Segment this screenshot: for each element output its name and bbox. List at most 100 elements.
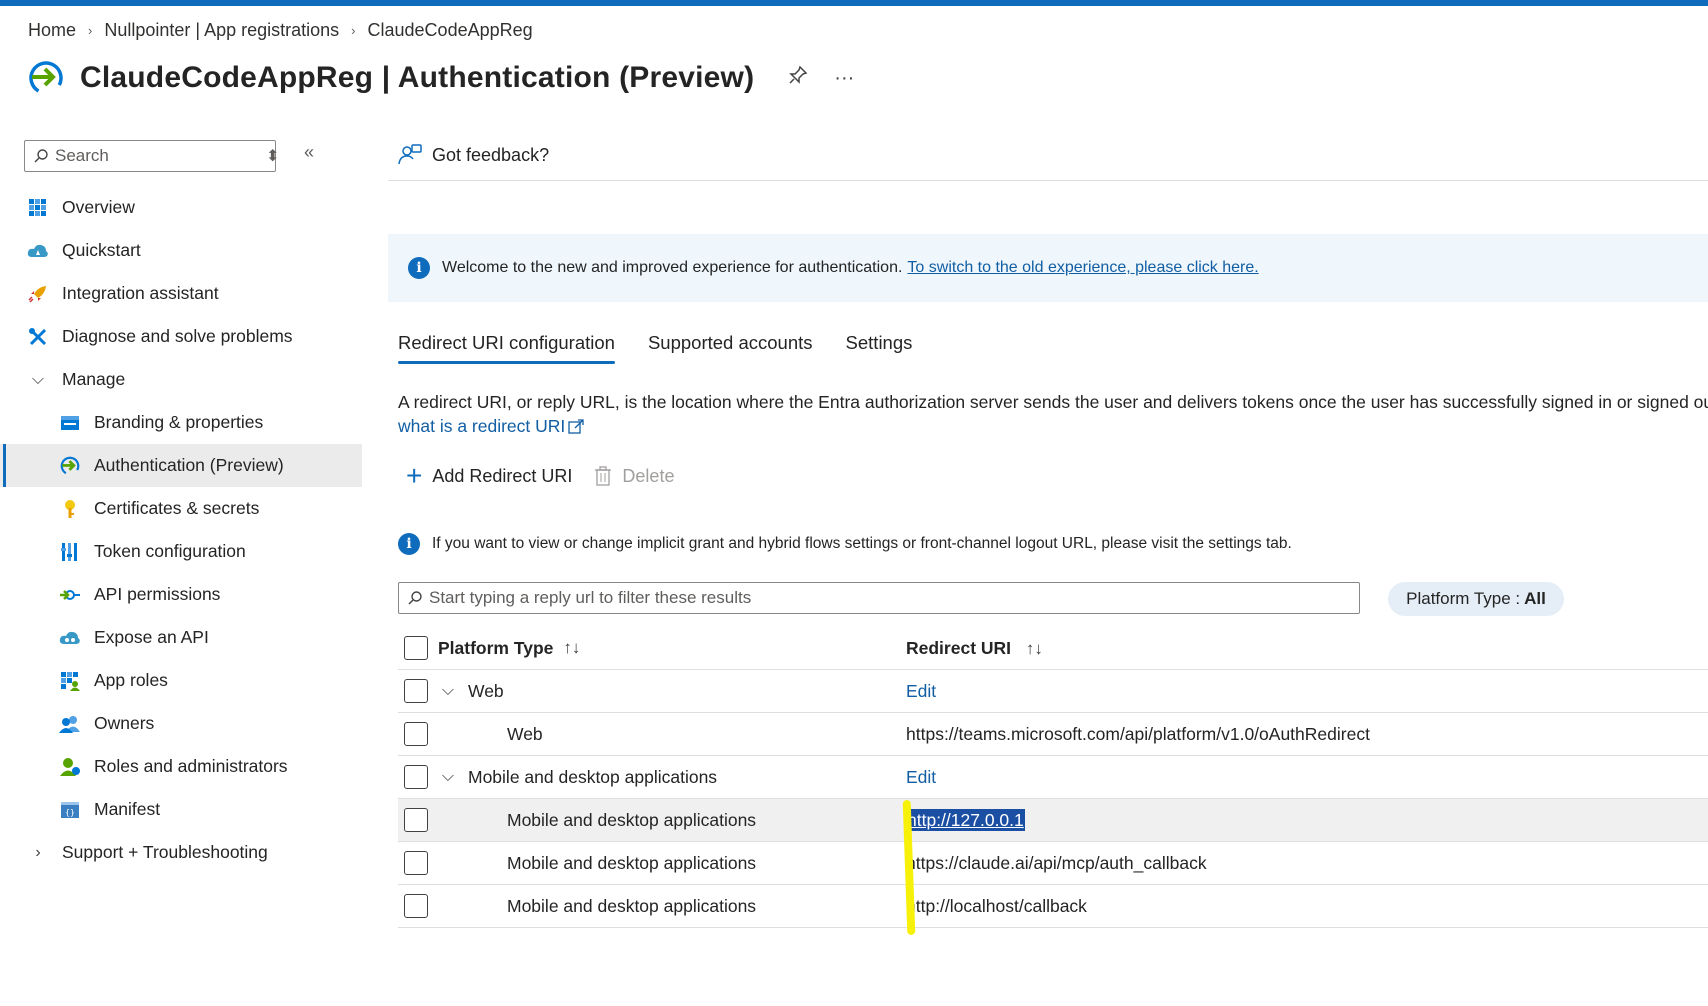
select-all-checkbox[interactable]	[404, 636, 428, 660]
breadcrumb-app-registrations[interactable]: Nullpointer | App registrations	[104, 20, 339, 41]
sidebar-item-label: Manage	[62, 369, 126, 389]
redirect-uri-value: https://claude.ai/api/mcp/auth_callback	[906, 852, 1207, 873]
sidebar-item-manifest[interactable]: {} Manifest	[0, 788, 362, 831]
tools-icon	[26, 325, 50, 349]
breadcrumb-home[interactable]: Home	[28, 20, 76, 41]
redirect-uri-table: Platform Type ↑↓ Redirect URI ↑↓ ⌵ Web E…	[398, 627, 1708, 928]
platform-type-label: Mobile and desktop applications	[468, 766, 718, 787]
delete-label: Delete	[622, 465, 675, 486]
authentication-icon	[26, 58, 66, 98]
authentication-icon	[58, 454, 82, 478]
tab-settings[interactable]: Settings	[846, 332, 913, 364]
sidebar-item-label: Roles and administrators	[94, 756, 288, 776]
row-checkbox[interactable]	[404, 679, 428, 703]
sidebar-item-certificates[interactable]: Certificates & secrets	[0, 487, 362, 530]
row-checkbox[interactable]	[404, 765, 428, 789]
top-accent-bar	[0, 0, 1708, 6]
manifest-icon: {}	[58, 798, 82, 822]
sidebar-item-label: Branding & properties	[94, 412, 264, 432]
sidebar-item-label: Owners	[94, 713, 155, 733]
edit-mobile-desktop-link[interactable]: Edit	[906, 767, 936, 788]
sidebar-item-quickstart[interactable]: Quickstart	[0, 229, 362, 272]
row-checkbox[interactable]	[404, 851, 428, 875]
tab-supported-accounts[interactable]: Supported accounts	[648, 332, 813, 364]
sidebar-item-authentication[interactable]: Authentication (Preview)	[0, 444, 362, 487]
redirect-uri-value: http://localhost/callback	[906, 895, 1087, 916]
what-is-redirect-uri-link[interactable]: what is a redirect URI	[398, 416, 585, 437]
tab-bar: Redirect URI configuration Supported acc…	[398, 332, 945, 364]
sidebar-item-owners[interactable]: Owners	[0, 702, 362, 745]
sidebar-item-overview[interactable]: Overview	[0, 186, 362, 229]
pin-icon[interactable]	[788, 65, 808, 91]
sort-icon[interactable]: ↑↓	[563, 638, 580, 658]
page-title: ClaudeCodeAppReg | Authentication (Previ…	[80, 61, 755, 94]
tab-redirect-uri-configuration[interactable]: Redirect URI configuration	[398, 332, 615, 364]
app-roles-icon	[58, 669, 82, 693]
sidebar-item-label: Overview	[62, 197, 135, 217]
delete-button[interactable]: Delete	[594, 466, 674, 487]
info-banner: i Welcome to the new and improved experi…	[388, 234, 1708, 302]
sort-icon[interactable]: ↑↓	[1026, 639, 1043, 658]
table-row[interactable]: Mobile and desktop applications http://l…	[398, 885, 1708, 928]
switch-old-experience-link[interactable]: To switch to the old experience, please …	[907, 259, 1258, 277]
redirect-uri-filter-input[interactable]: Start typing a reply url to filter these…	[398, 582, 1360, 614]
chevron-down-icon[interactable]: ⌵	[438, 682, 458, 700]
sidebar-item-branding[interactable]: Branding & properties	[0, 401, 362, 444]
sidebar-search-input[interactable]: Search	[24, 140, 276, 172]
sidebar-item-label: Diagnose and solve problems	[62, 326, 293, 346]
platform-type-label: Mobile and desktop applications	[507, 895, 757, 916]
redirect-uri-value: http://127.0.0.1	[906, 808, 1025, 831]
sidebar-group-support[interactable]: › Support + Troubleshooting	[0, 831, 362, 874]
sidebar-group-manage[interactable]: ⌵ Manage	[0, 358, 362, 401]
column-header-platform-type[interactable]: Platform Type ↑↓	[438, 638, 580, 659]
redirect-uri-value: https://teams.microsoft.com/api/platform…	[906, 723, 1370, 744]
sidebar: Search ⬍ « Overview Quickstart Integrati…	[0, 136, 362, 1006]
row-checkbox[interactable]	[404, 894, 428, 918]
platform-type-filter-pill[interactable]: Platform Type : All	[1388, 582, 1564, 616]
feedback-label: Got feedback?	[432, 144, 550, 165]
sidebar-item-expose-api[interactable]: Expose an API	[0, 616, 362, 659]
sidebar-item-diagnose[interactable]: Diagnose and solve problems	[0, 315, 362, 358]
sidebar-item-label: Authentication (Preview)	[94, 455, 284, 475]
row-checkbox[interactable]	[404, 722, 428, 746]
sidebar-item-api-permissions[interactable]: API permissions	[0, 573, 362, 616]
sidebar-item-label: App roles	[94, 670, 168, 690]
settings-note: i If you want to view or change implicit…	[398, 533, 1292, 555]
sidebar-item-integration-assistant[interactable]: Integration assistant	[0, 272, 362, 315]
sidebar-item-token-configuration[interactable]: Token configuration	[0, 530, 362, 573]
filter-placeholder: Start typing a reply url to filter these…	[429, 588, 752, 607]
table-header-row: Platform Type ↑↓ Redirect URI ↑↓	[398, 627, 1708, 670]
edit-web-link[interactable]: Edit	[906, 681, 936, 702]
sidebar-item-label: Support + Troubleshooting	[62, 842, 268, 862]
feedback-button[interactable]: Got feedback?	[398, 144, 549, 166]
roles-icon	[58, 755, 82, 779]
table-row[interactable]: Web https://teams.microsoft.com/api/plat…	[398, 713, 1708, 756]
sidebar-item-label: Expose an API	[94, 627, 209, 647]
info-icon: i	[408, 257, 430, 279]
platform-filter-label: Platform Type :	[1406, 589, 1521, 608]
main-content: Got feedback? i Welcome to the new and i…	[388, 136, 1708, 1006]
row-checkbox[interactable]	[404, 808, 428, 832]
plus-icon: +	[406, 460, 423, 491]
table-row[interactable]: Mobile and desktop applications http://1…	[398, 799, 1708, 842]
chevron-down-icon[interactable]: ⌵	[438, 768, 458, 786]
quickstart-icon	[26, 239, 50, 263]
more-options-button[interactable]: ···	[834, 67, 854, 90]
settings-note-text: If you want to view or change implicit g…	[432, 535, 1292, 552]
add-redirect-uri-button[interactable]: + Add Redirect URI	[406, 462, 572, 490]
sidebar-nav: Overview Quickstart Integration assistan…	[0, 186, 362, 874]
sidebar-item-label: Token configuration	[94, 541, 246, 561]
sort-icon[interactable]: ⬍	[266, 146, 279, 166]
info-banner-text: Welcome to the new and improved experien…	[442, 259, 903, 276]
what-is-redirect-uri-label: what is a redirect URI	[398, 416, 566, 436]
table-row[interactable]: Mobile and desktop applications https://…	[398, 842, 1708, 885]
sidebar-item-app-roles[interactable]: App roles	[0, 659, 362, 702]
breadcrumb-app[interactable]: ClaudeCodeAppReg	[368, 20, 533, 41]
column-header-redirect-uri[interactable]: Redirect URI ↑↓	[906, 638, 1043, 659]
chevron-right-icon: ›	[35, 843, 41, 861]
add-redirect-uri-label: Add Redirect URI	[432, 465, 573, 486]
sidebar-search-placeholder: Search	[55, 146, 109, 165]
sidebar-item-roles-administrators[interactable]: Roles and administrators	[0, 745, 362, 788]
collapse-sidebar-icon[interactable]: «	[304, 142, 314, 163]
key-icon	[58, 497, 82, 521]
